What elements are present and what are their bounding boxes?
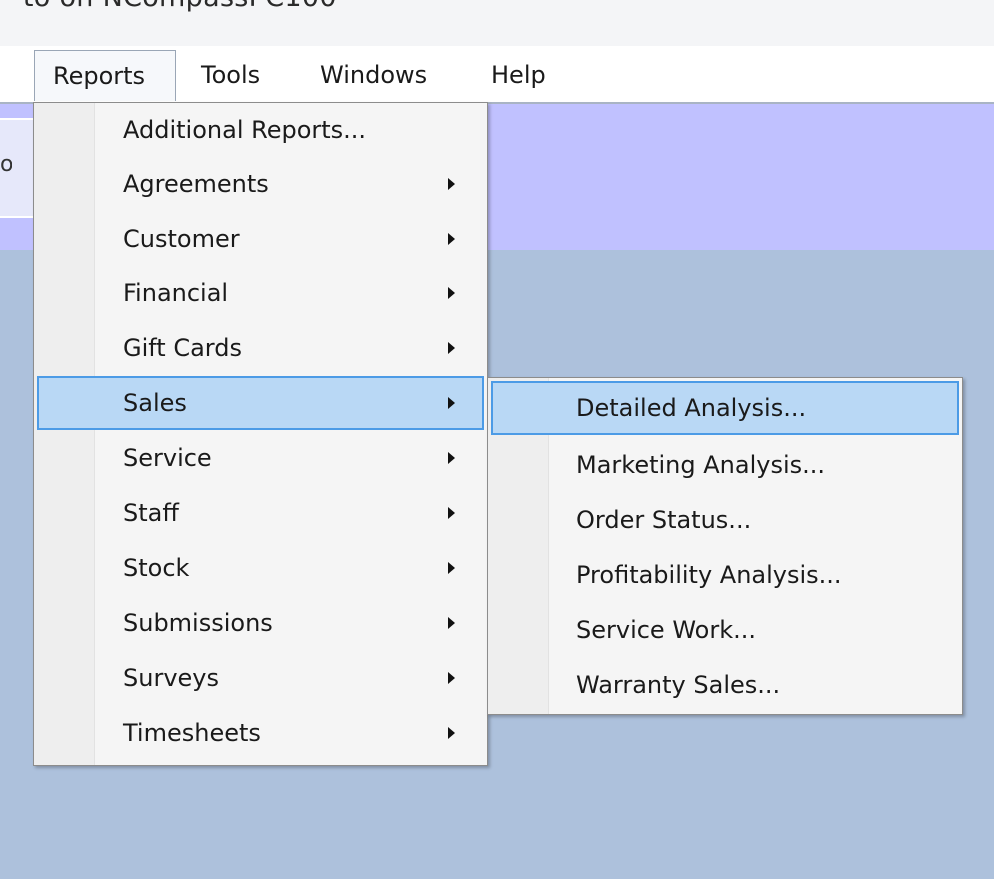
menu-windows[interactable]: Windows <box>320 50 427 100</box>
sales-submenu: Detailed Analysis... Marketing Analysis.… <box>487 377 963 715</box>
menu-item-label: Staff <box>123 499 179 527</box>
menu-item-label: Detailed Analysis... <box>576 394 807 422</box>
menu-item-label: Timesheets <box>123 719 261 747</box>
menu-bar: Reports Tools Windows Help <box>0 46 994 104</box>
submenu-item-detailed-analysis[interactable]: Detailed Analysis... <box>491 381 959 435</box>
menu-item-label: Customer <box>123 225 240 253</box>
submenu-arrow-icon <box>448 727 455 739</box>
submenu-item-service-work[interactable]: Service Work... <box>488 603 962 657</box>
submenu-item-profitability-analysis[interactable]: Profitability Analysis... <box>488 548 962 602</box>
menu-item-agreements[interactable]: Agreements <box>34 157 487 211</box>
menu-reports[interactable]: Reports <box>34 50 176 101</box>
submenu-arrow-icon <box>448 452 455 464</box>
menu-item-label: Submissions <box>123 609 273 637</box>
content-side-tab-label: oc <box>0 152 12 177</box>
menu-item-label: Sales <box>123 389 187 417</box>
submenu-arrow-icon <box>448 342 455 354</box>
submenu-arrow-icon <box>448 562 455 574</box>
menu-item-service[interactable]: Service <box>34 431 487 485</box>
submenu-arrow-icon <box>448 672 455 684</box>
submenu-item-marketing-analysis[interactable]: Marketing Analysis... <box>488 438 962 492</box>
submenu-arrow-icon <box>448 397 455 409</box>
menu-item-label: Additional Reports... <box>123 116 367 144</box>
submenu-item-order-status[interactable]: Order Status... <box>488 493 962 547</box>
submenu-arrow-icon <box>448 617 455 629</box>
submenu-arrow-icon <box>448 287 455 299</box>
menu-tools[interactable]: Tools <box>201 50 260 100</box>
submenu-arrow-icon <box>448 233 455 245</box>
menu-item-label: Surveys <box>123 664 219 692</box>
menu-item-submissions[interactable]: Submissions <box>34 596 487 650</box>
menu-item-sales[interactable]: Sales <box>37 376 484 430</box>
submenu-item-warranty-sales[interactable]: Warranty Sales... <box>488 658 962 712</box>
menu-item-staff[interactable]: Staff <box>34 486 487 540</box>
title-bar: ·to on NCompassPC100 <box>0 0 994 46</box>
menu-item-label: Warranty Sales... <box>576 671 781 699</box>
menu-item-label: Stock <box>123 554 190 582</box>
menu-item-additional-reports[interactable]: Additional Reports... <box>34 103 487 157</box>
menu-item-label: Gift Cards <box>123 334 242 362</box>
submenu-arrow-icon <box>448 507 455 519</box>
menu-item-timesheets[interactable]: Timesheets <box>34 706 487 760</box>
menu-item-label: Service <box>123 444 212 472</box>
menu-item-gift-cards[interactable]: Gift Cards <box>34 321 487 375</box>
menu-item-label: Profitability Analysis... <box>576 561 842 589</box>
menu-item-label: Order Status... <box>576 506 752 534</box>
menu-item-label: Marketing Analysis... <box>576 451 826 479</box>
menu-item-label: Agreements <box>123 170 269 198</box>
menu-item-financial[interactable]: Financial <box>34 266 487 320</box>
window-title: ·to on NCompassPC100 <box>14 0 337 13</box>
menu-item-label: Service Work... <box>576 616 756 644</box>
menu-item-surveys[interactable]: Surveys <box>34 651 487 705</box>
menu-item-label: Financial <box>123 279 229 307</box>
menu-item-stock[interactable]: Stock <box>34 541 487 595</box>
menu-help[interactable]: Help <box>491 50 546 100</box>
menu-item-customer[interactable]: Customer <box>34 212 487 266</box>
reports-menu: Additional Reports... Agreements Custome… <box>33 102 488 766</box>
submenu-arrow-icon <box>448 178 455 190</box>
